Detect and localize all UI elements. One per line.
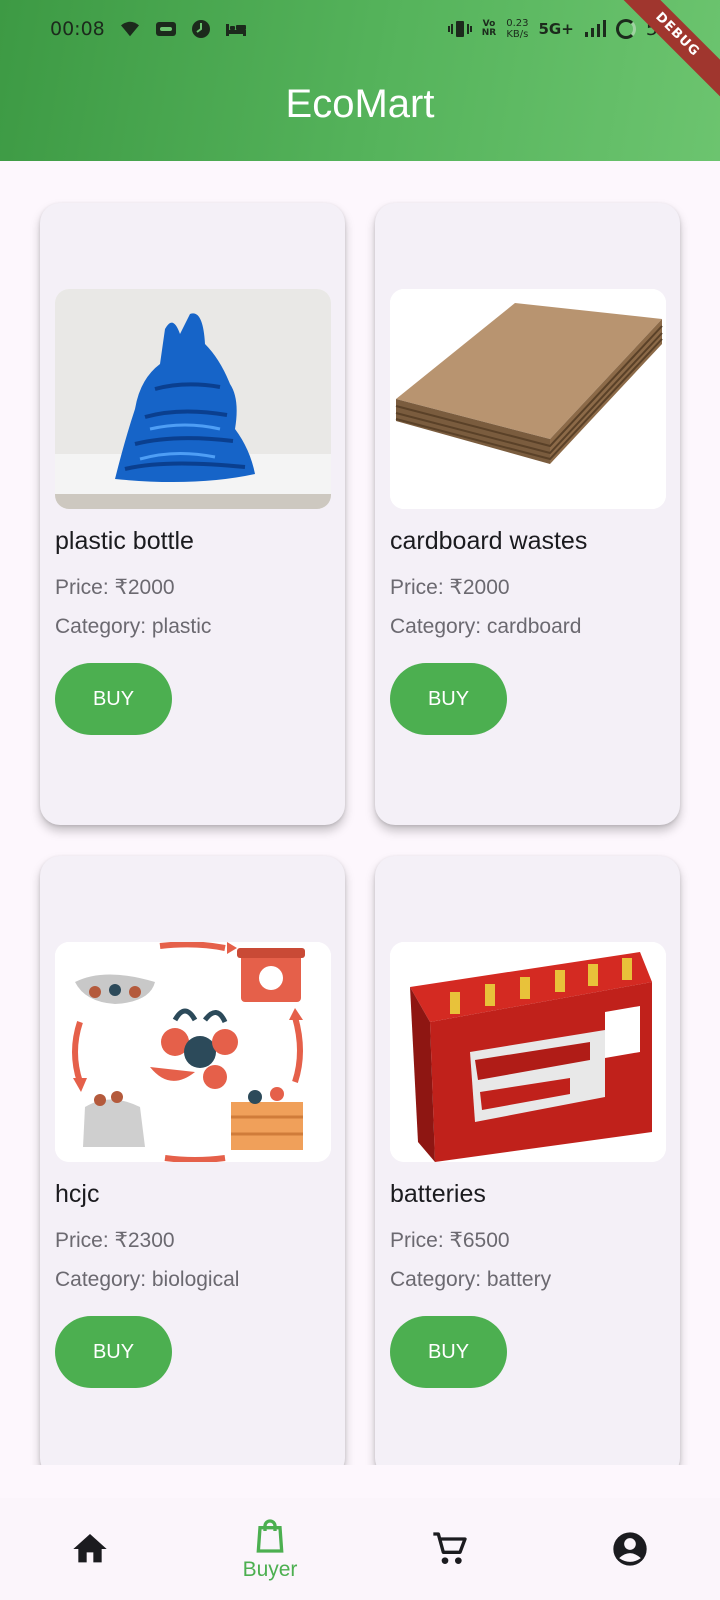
product-price: Price: ₹2000 bbox=[390, 576, 510, 599]
product-name: plastic bottle bbox=[55, 527, 194, 555]
wifi-icon bbox=[119, 20, 141, 38]
app-bar: 00:08 Vo NR 0.23 KB/s 5G+ DEBUG EcoMart bbox=[0, 0, 720, 161]
red-battery-image bbox=[390, 942, 666, 1162]
nav-buyer[interactable]: Buyer bbox=[180, 1498, 360, 1600]
product-category: Category: cardboard bbox=[390, 615, 582, 638]
volte-indicator: Vo NR bbox=[481, 19, 497, 38]
nav-account[interactable] bbox=[540, 1498, 720, 1600]
nav-buyer-label: Buyer bbox=[242, 1558, 298, 1581]
product-price: Price: ₹2300 bbox=[55, 1229, 175, 1252]
product-name: cardboard wastes bbox=[390, 527, 588, 555]
product-category: Category: plastic bbox=[55, 615, 212, 638]
product-category: Category: battery bbox=[390, 1268, 552, 1291]
product-category: Category: biological bbox=[55, 1268, 240, 1291]
cart-icon bbox=[433, 1532, 467, 1564]
product-image bbox=[390, 289, 666, 509]
product-card[interactable]: cardboard wastes Price: ₹2000 Category: … bbox=[375, 203, 680, 825]
product-card[interactable]: batteries Price: ₹6500 Category: battery… bbox=[375, 856, 680, 1465]
product-price: Price: ₹2000 bbox=[55, 576, 175, 599]
buy-button[interactable]: BUY bbox=[390, 1316, 507, 1388]
account-icon bbox=[613, 1532, 647, 1566]
product-card[interactable]: hcjc Price: ₹2300 Category: biological B… bbox=[40, 856, 345, 1465]
product-name: hcjc bbox=[55, 1180, 100, 1208]
status-time: 00:08 bbox=[50, 18, 105, 40]
vibrate-icon bbox=[447, 20, 472, 38]
buy-button[interactable]: BUY bbox=[55, 663, 172, 735]
product-name: batteries bbox=[390, 1180, 486, 1208]
product-image bbox=[390, 942, 666, 1162]
page-title: EcoMart bbox=[285, 82, 435, 126]
link-icon bbox=[155, 20, 177, 38]
nav-home[interactable] bbox=[0, 1498, 180, 1600]
battery-icon bbox=[615, 19, 636, 39]
status-bar: 00:08 Vo NR 0.23 KB/s 5G+ bbox=[0, 0, 720, 58]
bed-icon bbox=[225, 21, 247, 37]
signal-icon bbox=[584, 20, 606, 38]
product-card[interactable]: plastic bottle Price: ₹2000 Category: pl… bbox=[40, 203, 345, 825]
network-type: 5G+ bbox=[538, 19, 574, 38]
clock-icon bbox=[191, 19, 211, 39]
nav-cart[interactable] bbox=[360, 1498, 540, 1600]
biological-waste-cycle-image bbox=[55, 942, 331, 1162]
cardboard-stack-image bbox=[390, 289, 666, 509]
blue-plastic-bags-image bbox=[55, 289, 331, 509]
network-speed: 0.23 KB/s bbox=[506, 18, 529, 40]
product-image bbox=[55, 289, 331, 509]
bottom-navigation: Buyer bbox=[0, 1498, 720, 1600]
buy-button[interactable]: BUY bbox=[390, 663, 507, 735]
shopping-bag-icon bbox=[256, 1519, 284, 1553]
product-image bbox=[55, 942, 331, 1162]
home-icon bbox=[73, 1534, 107, 1563]
product-price: Price: ₹6500 bbox=[390, 1229, 510, 1252]
buy-button[interactable]: BUY bbox=[55, 1316, 172, 1388]
product-grid[interactable]: plastic bottle Price: ₹2000 Category: pl… bbox=[0, 161, 720, 1465]
